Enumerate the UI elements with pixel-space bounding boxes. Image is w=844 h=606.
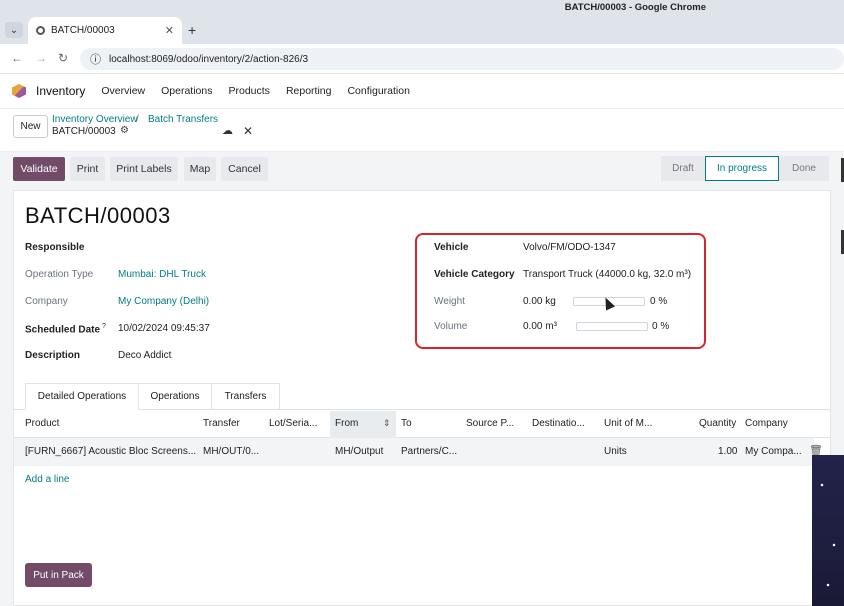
close-tab-icon[interactable]: ✕ (165, 24, 174, 37)
operation-type-field[interactable]: Mumbai: DHL Truck (118, 269, 206, 280)
sort-icon[interactable]: ⇕ (383, 418, 391, 429)
tab-search-chevron-icon[interactable]: ⌄ (5, 22, 23, 38)
save-cloud-icon[interactable]: ☁ (222, 124, 233, 137)
responsible-label: Responsible (25, 242, 85, 253)
column-destination-package[interactable]: Destinatio... (532, 418, 585, 429)
cell-transfer[interactable]: MH/OUT/0... (203, 446, 259, 457)
menu-reporting[interactable]: Reporting (286, 85, 332, 97)
validate-button[interactable]: Validate (13, 157, 65, 181)
new-tab-icon[interactable]: + (188, 22, 196, 38)
status-done[interactable]: Done (779, 156, 829, 181)
cell-company[interactable]: My Compa... (745, 446, 802, 457)
responsible-field[interactable] (118, 242, 318, 254)
status-draft[interactable]: Draft (661, 156, 705, 181)
description-label: Description (25, 350, 81, 361)
company-label: Company (25, 296, 68, 307)
menu-products[interactable]: Products (229, 85, 270, 97)
map-button[interactable]: Map (184, 157, 216, 181)
column-transfer[interactable]: Transfer (203, 418, 240, 429)
cell-to[interactable]: Partners/C... (401, 446, 457, 457)
status-in-progress[interactable]: In progress (705, 156, 779, 181)
column-from[interactable]: From (335, 418, 358, 429)
tab-operations[interactable]: Operations (139, 383, 212, 410)
app-navbar: Inventory Overview Operations Products R… (0, 74, 844, 109)
help-icon[interactable]: ? (102, 323, 106, 330)
column-lot-serial[interactable]: Lot/Seria... (269, 418, 317, 429)
put-in-pack-button[interactable]: Put in Pack (25, 563, 92, 587)
breadcrumb-separator: / (136, 114, 139, 125)
column-company[interactable]: Company (745, 418, 788, 429)
company-field[interactable]: My Company (Delhi) (118, 296, 209, 307)
print-button[interactable]: Print (70, 157, 105, 181)
breadcrumb-current-record: BATCH/00003 (52, 126, 116, 137)
back-icon[interactable]: ← (11, 51, 23, 65)
url-text: localhost:8069/odoo/inventory/2/action-8… (109, 53, 309, 65)
column-product[interactable]: Product (25, 418, 59, 429)
favicon-icon (36, 26, 45, 35)
column-quantity[interactable]: Quantity (699, 418, 736, 429)
url-field[interactable]: ⓘ localhost:8069/odoo/inventory/2/action… (80, 48, 844, 70)
cell-unit[interactable]: Units (604, 446, 627, 457)
reload-icon[interactable]: ↻ (58, 51, 68, 65)
app-name[interactable]: Inventory (36, 84, 85, 98)
column-to[interactable]: To (401, 418, 412, 429)
cell-quantity[interactable]: 1.00 (718, 446, 737, 457)
print-labels-button[interactable]: Print Labels (110, 157, 178, 181)
column-source-package[interactable]: Source P... (466, 418, 514, 429)
status-bar: Draft In progress Done (661, 156, 829, 181)
browser-tab[interactable]: BATCH/00003 ✕ (28, 17, 182, 44)
discard-icon[interactable]: ✕ (243, 124, 253, 138)
scheduled-date-field[interactable]: 10/02/2024 09:45:37 (118, 323, 210, 334)
desktop-background (812, 455, 844, 606)
scheduled-date-label: Scheduled Date? (25, 323, 106, 335)
menu-overview[interactable]: Overview (101, 85, 145, 97)
menu-operations[interactable]: Operations (161, 85, 212, 97)
tab-transfers[interactable]: Transfers (212, 383, 280, 410)
forward-icon[interactable]: → (35, 51, 47, 65)
breadcrumb-inventory-overview[interactable]: Inventory Overview (52, 114, 138, 125)
window-title: BATCH/00003 - Google Chrome (564, 2, 706, 13)
tab-detailed-operations[interactable]: Detailed Operations (25, 383, 139, 410)
cell-from[interactable]: MH/Output (335, 446, 383, 457)
browser-tab-title: BATCH/00003 (51, 25, 115, 36)
highlight-box (415, 233, 706, 349)
batch-name-field[interactable]: BATCH/00003 (25, 203, 171, 229)
site-info-icon[interactable]: ⓘ (90, 51, 101, 67)
menu-configuration[interactable]: Configuration (347, 85, 409, 97)
new-button[interactable]: New (13, 115, 48, 138)
operation-type-label: Operation Type (25, 269, 94, 280)
column-unit-of-measure[interactable]: Unit of M... (604, 418, 652, 429)
breadcrumb-batch-transfers[interactable]: Batch Transfers (148, 114, 218, 125)
description-field[interactable]: Deco Addict (118, 350, 171, 361)
cancel-button[interactable]: Cancel (221, 157, 268, 181)
scheduled-date-label-text: Scheduled Date (25, 324, 101, 336)
add-a-line-link[interactable]: Add a line (25, 474, 69, 485)
gear-icon[interactable]: ⚙ (120, 125, 129, 136)
inventory-logo-icon[interactable] (12, 84, 26, 98)
cell-product[interactable]: [FURN_6667] Acoustic Bloc Screens... (25, 446, 196, 457)
